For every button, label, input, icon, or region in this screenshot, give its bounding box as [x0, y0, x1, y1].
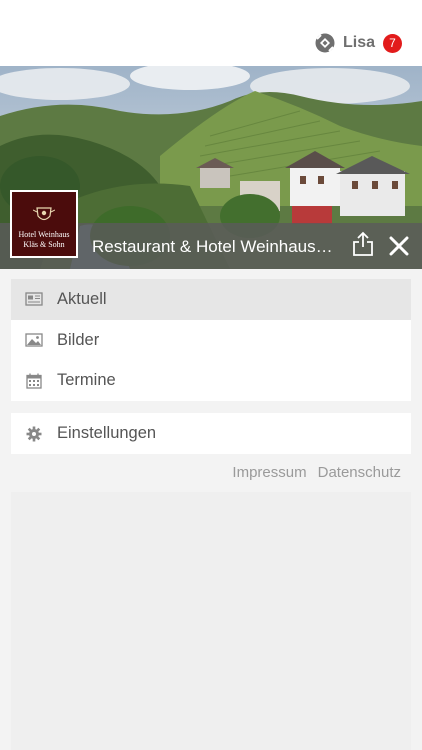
content-area	[11, 492, 411, 750]
menu-item-aktuell[interactable]: Aktuell	[11, 279, 411, 320]
menu-item-label: Bilder	[57, 330, 100, 349]
logo-text-line1: Hotel Weinhaus	[18, 230, 70, 239]
navigation-menu: Aktuell Bilder Termine	[11, 279, 411, 402]
business-title: Restaurant & Hotel Weinhaus Kläs & Sohn	[92, 237, 337, 256]
menu-item-label: Aktuell	[57, 289, 107, 308]
menu-item-einstellungen[interactable]: Einstellungen	[11, 413, 411, 454]
user-name: Lisa	[342, 34, 375, 51]
calendar-icon	[26, 373, 42, 389]
menu-item-termine[interactable]: Termine	[11, 360, 411, 401]
gear-icon	[26, 426, 42, 441]
logo-text-line2: Kläs & Sohn	[23, 240, 65, 249]
impressum-link[interactable]: Impressum	[232, 464, 306, 481]
app-logo-icon	[315, 33, 335, 53]
menu-item-bilder[interactable]: Bilder	[11, 320, 411, 361]
user-account[interactable]: Lisa 7	[315, 33, 402, 53]
newspaper-icon	[25, 292, 43, 306]
menu-item-label: Termine	[57, 371, 116, 390]
share-icon[interactable]	[352, 231, 374, 257]
notification-badge[interactable]: 7	[383, 33, 402, 53]
top-bar: Lisa 7	[0, 0, 422, 66]
close-icon[interactable]	[389, 236, 409, 256]
footer-links: Impressum Datenschutz	[232, 464, 401, 481]
datenschutz-link[interactable]: Datenschutz	[318, 464, 401, 481]
image-icon	[25, 333, 43, 347]
business-logo: Hotel Weinhaus Kläs & Sohn	[10, 190, 78, 258]
crest-icon	[33, 207, 55, 221]
settings-label: Einstellungen	[57, 424, 157, 442]
